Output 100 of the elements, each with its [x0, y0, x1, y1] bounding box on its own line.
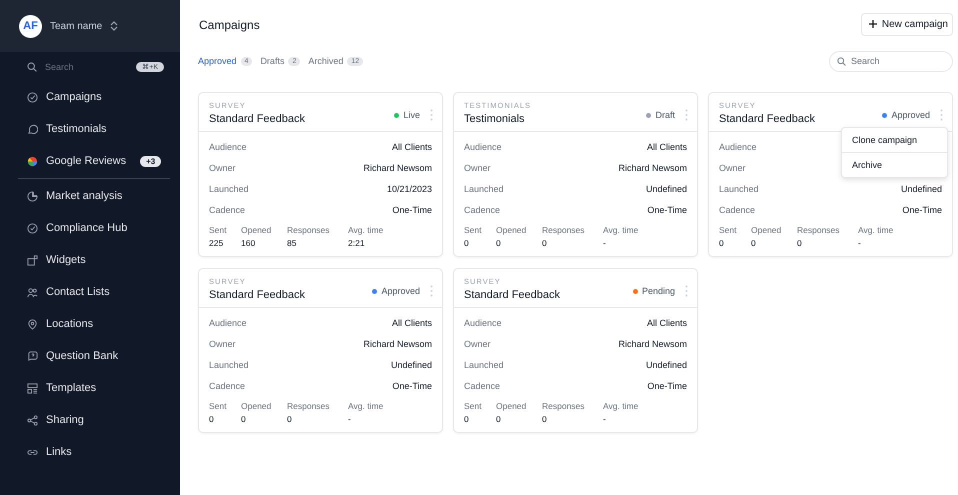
- stat-value: 0: [496, 238, 502, 248]
- stat-value: 0: [797, 238, 803, 248]
- field-label: Owner: [209, 338, 236, 348]
- stat-label: Responses: [287, 225, 331, 235]
- stat-label: Avg. time: [603, 401, 638, 411]
- stat-value: 85: [287, 238, 298, 248]
- page-title: Campaigns: [199, 18, 260, 32]
- count-badge: +3: [140, 156, 162, 166]
- more-icon[interactable]: [430, 109, 433, 121]
- campaign-title: Standard Feedback: [209, 113, 306, 125]
- search-icon: [837, 56, 846, 66]
- stat-value: 225: [209, 238, 224, 248]
- field-value: Richard Newsom: [363, 338, 432, 348]
- stat-value: 0: [542, 238, 548, 248]
- field-label: Owner: [209, 162, 236, 172]
- more-icon[interactable]: [685, 109, 688, 121]
- stat-label: Sent: [209, 401, 228, 411]
- field-label: Cadence: [719, 204, 756, 214]
- sidebar-item[interactable]: Google Reviews +3: [0, 145, 180, 177]
- sidebar-item[interactable]: Market analysis: [0, 180, 180, 212]
- field-label: Audience: [464, 142, 502, 152]
- menu-item[interactable]: Archive: [842, 152, 947, 177]
- search-field[interactable]: Search: [829, 50, 953, 72]
- field-label: Audience: [209, 318, 247, 328]
- stat-label: Avg. time: [603, 225, 638, 235]
- more-icon[interactable]: [430, 285, 433, 297]
- stat-label: Responses: [542, 401, 586, 411]
- field-label: Audience: [209, 142, 247, 152]
- field-value: One-Time: [902, 204, 942, 214]
- pie-chart-icon: [27, 190, 38, 202]
- field-value: Undefined: [646, 360, 687, 370]
- stat-value: 0: [464, 414, 470, 424]
- stat-value: 0: [209, 414, 215, 424]
- field-label: Launched: [209, 360, 249, 370]
- sidebar-item[interactable]: Contact Lists: [0, 276, 180, 308]
- field-value: One-Time: [392, 204, 432, 214]
- stat-label: Sent: [209, 225, 228, 235]
- stat-value: 160: [241, 238, 256, 248]
- status-label: Approved: [381, 286, 420, 296]
- field-label: Cadence: [209, 204, 246, 214]
- menu-item[interactable]: Clone campaign: [842, 128, 947, 152]
- field-label: Cadence: [209, 380, 246, 390]
- search-icon: [27, 62, 37, 72]
- sidebar-item[interactable]: Templates: [0, 372, 180, 404]
- stat-label: Responses: [542, 225, 586, 235]
- stat-value: 0: [719, 238, 725, 248]
- stat-label: Opened: [496, 225, 528, 235]
- sidebar-item[interactable]: Campaigns: [0, 81, 180, 113]
- field-label: Audience: [464, 318, 502, 328]
- field-value: One-Time: [392, 380, 432, 390]
- more-icon[interactable]: [685, 285, 688, 297]
- new-campaign-button[interactable]: New campaign: [860, 12, 953, 36]
- stat-label: Opened: [241, 225, 272, 235]
- check-circle-icon: [27, 92, 38, 102]
- status-label: Draft: [655, 110, 675, 120]
- stat-label: Opened: [496, 401, 528, 411]
- sidebar-item[interactable]: Testimonials: [0, 113, 180, 145]
- sidebar-item[interactable]: Sharing: [0, 404, 180, 436]
- field-label: Owner: [464, 162, 491, 172]
- field-label: Launched: [719, 184, 759, 194]
- question-icon: [27, 350, 38, 362]
- people-icon: [27, 286, 38, 298]
- team-switcher[interactable]: AF Team name: [0, 0, 180, 52]
- more-icon[interactable]: [940, 109, 943, 121]
- sidebar-item[interactable]: Widgets: [0, 244, 180, 276]
- field-value: Richard Newsom: [618, 338, 687, 348]
- stat-value: -: [603, 414, 607, 424]
- field-value: Undefined: [900, 184, 942, 194]
- field-value: 10/21/2023: [386, 184, 432, 194]
- layout-icon: [27, 382, 38, 394]
- avatar: AF: [19, 14, 42, 38]
- stat-value: -: [348, 414, 352, 424]
- stat-label: Avg. time: [348, 401, 384, 411]
- status-label: Approved: [891, 110, 930, 120]
- stat-value: 0: [542, 414, 548, 424]
- field-label: Launched: [464, 184, 504, 194]
- stat-value: -: [858, 238, 862, 248]
- campaign-title: Standard Feedback: [719, 113, 816, 125]
- chevron-updown-icon: [110, 21, 118, 31]
- map-pin-icon: [27, 318, 38, 330]
- stat-label: Opened: [241, 401, 272, 411]
- stat-label: Responses: [797, 225, 841, 235]
- field-label: Owner: [464, 338, 491, 348]
- field-label: Audience: [719, 142, 757, 152]
- campaign-title: Standard Feedback: [209, 289, 306, 301]
- stat-label: Sent: [719, 225, 738, 235]
- stat-value: 0: [496, 414, 502, 424]
- field-value: Richard Newsom: [363, 162, 432, 172]
- sidebar-item[interactable]: Question Bank: [0, 340, 180, 372]
- share-icon: [27, 414, 38, 426]
- status-label: Live: [403, 110, 420, 120]
- chat-bubble-icon: [27, 124, 38, 134]
- sidebar-item[interactable]: Locations: [0, 308, 180, 340]
- sidebar-item[interactable]: Links: [0, 436, 180, 468]
- stat-label: Opened: [751, 225, 782, 235]
- sidebar-item[interactable]: Compliance Hub: [0, 212, 180, 244]
- stat-value: 0: [287, 414, 293, 424]
- field-label: Launched: [464, 360, 504, 370]
- field-value: One-Time: [647, 204, 687, 214]
- status-label: Pending: [642, 286, 675, 296]
